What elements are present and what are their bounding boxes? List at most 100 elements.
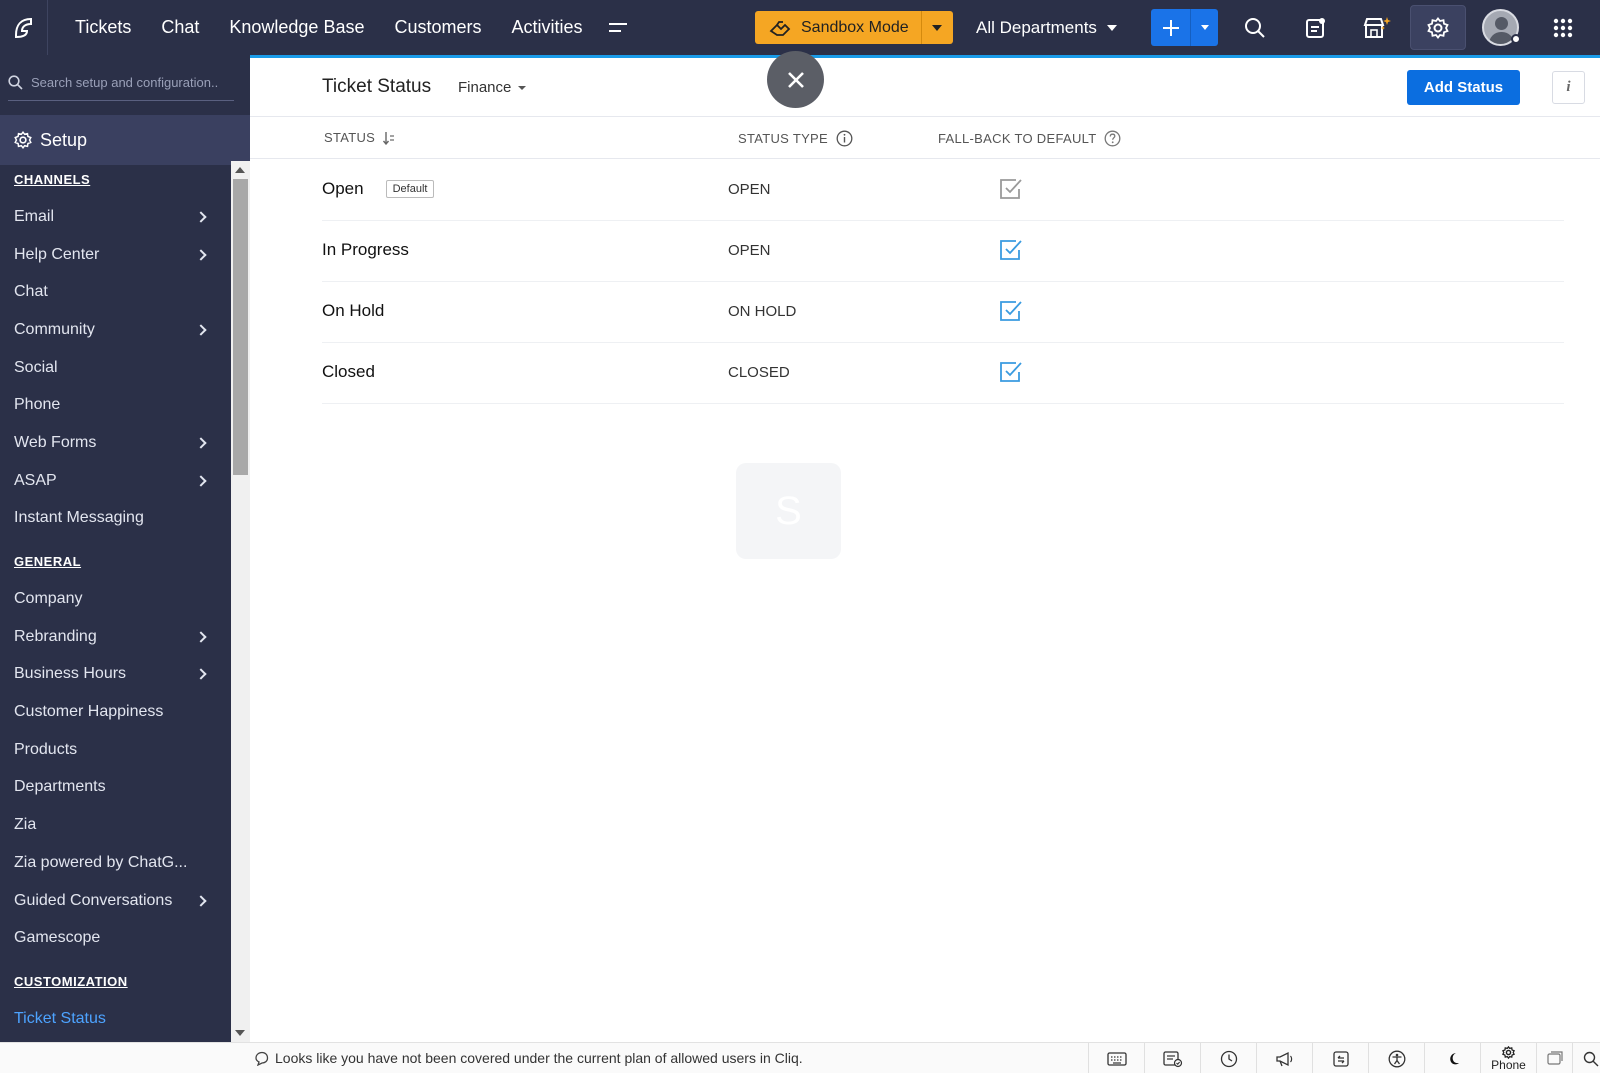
status-name: On Hold [322, 301, 384, 321]
search-icon[interactable] [1572, 1043, 1600, 1073]
sidebar-item-instant-messaging[interactable]: Instant Messaging [0, 500, 231, 538]
department-selector[interactable]: All Departments [976, 0, 1117, 55]
sidebar-item-label: Business Hours [14, 665, 127, 683]
setup-label: Setup [40, 129, 88, 150]
sidebar-item-guided-conversations[interactable]: Guided Conversations [0, 882, 231, 920]
nav-tab-tickets[interactable]: Tickets [60, 0, 146, 55]
sidebar-item-zia-powered-by-chatg[interactable]: Zia powered by ChatG... [0, 844, 231, 882]
gear-icon[interactable] [1410, 5, 1466, 50]
table-row[interactable]: In Progress OPEN [322, 220, 1564, 282]
accessibility-icon[interactable] [1368, 1043, 1424, 1073]
status-type: ON HOLD [728, 303, 797, 320]
sidebar-item-company[interactable]: Company [0, 580, 231, 618]
announcement-icon[interactable] [1256, 1043, 1312, 1073]
info-button[interactable]: i [1552, 71, 1585, 104]
clock-icon[interactable] [1200, 1043, 1256, 1073]
sandbox-icon [769, 20, 791, 36]
sidebar-scrollbar[interactable] [231, 161, 250, 1042]
fallback-checkbox-icon[interactable] [998, 360, 1024, 389]
scrollbar-thumb[interactable] [233, 179, 248, 475]
ticket-status-panel: Ticket Status Finance Add Status i STATU… [250, 55, 1600, 1042]
fallback-checkbox-icon[interactable] [998, 177, 1024, 206]
setup-search [8, 65, 234, 101]
chevron-right-icon [195, 437, 207, 449]
quick-add-dropdown[interactable] [1190, 9, 1218, 46]
more-menu-icon[interactable] [598, 0, 638, 55]
phone-widget[interactable]: Phone [1480, 1043, 1536, 1073]
column-fallback: FALL-BACK TO DEFAULT [938, 130, 1121, 147]
chevron-right-icon [195, 668, 207, 681]
sidebar-item-products[interactable]: Products [0, 731, 231, 769]
sidebar-item-label: Instant Messaging [14, 509, 144, 527]
scroll-up-icon[interactable] [235, 167, 245, 173]
chevron-down-icon [518, 85, 527, 90]
nav-tab-activities[interactable]: Activities [497, 0, 598, 55]
nav-tab-customers[interactable]: Customers [379, 0, 496, 55]
sidebar-item-ticket-status[interactable]: Ticket Status [0, 1000, 231, 1038]
sort-icon[interactable] [383, 131, 395, 145]
tasks-icon[interactable] [1144, 1043, 1200, 1073]
column-status-type: STATUS TYPE [738, 130, 853, 147]
sidebar-item-email[interactable]: Email [0, 198, 231, 236]
plus-icon[interactable] [1151, 9, 1190, 46]
chevron-right-icon [195, 248, 207, 261]
sidebar-item-label: Phone [14, 396, 61, 414]
sidebar-item-asap[interactable]: ASAP [0, 462, 231, 500]
sidebar-item-label: Ticket Status [14, 1009, 106, 1027]
sidebar-item-rebranding[interactable]: Rebranding [0, 618, 231, 656]
info-icon[interactable] [836, 130, 853, 147]
setup-header[interactable]: Setup [0, 115, 250, 165]
quick-add-control [1151, 9, 1218, 46]
sidebar-item-community[interactable]: Community [0, 311, 231, 349]
fallback-checkbox-icon[interactable] [998, 299, 1024, 328]
setup-search-input[interactable] [31, 75, 231, 90]
help-icon[interactable] [1104, 130, 1121, 147]
sidebar-item-label: Chat [14, 283, 48, 301]
nav-tab-knowledge-base[interactable]: Knowledge Base [214, 0, 379, 55]
chat-window-icon[interactable] [1536, 1043, 1572, 1073]
sidebar-item-chat[interactable]: Chat [0, 273, 231, 311]
sidebar-item-label: Customer Happiness [14, 703, 164, 721]
sidebar-item-help-center[interactable]: Help Center [0, 236, 231, 274]
sidebar-item-gamescope[interactable]: Gamescope [0, 919, 231, 957]
column-status-label: STATUS [324, 130, 376, 145]
presence-status-icon [1511, 34, 1521, 44]
close-icon[interactable] [767, 51, 824, 108]
switch-icon[interactable] [1312, 1043, 1368, 1073]
info-icon: i [1566, 79, 1571, 95]
sandbox-dropdown-button[interactable] [920, 11, 953, 44]
setup-menu: CHANNELS Email Help Center Chat Community Soc… [0, 161, 231, 1042]
apps-grid-icon[interactable] [1535, 0, 1591, 55]
sidebar-item-web-forms[interactable]: Web Forms [0, 424, 231, 462]
sidebar-item-label: Rebranding [14, 627, 97, 645]
search-icon[interactable] [1227, 0, 1283, 55]
marketplace-icon[interactable] [1349, 0, 1405, 55]
table-row[interactable]: Closed CLOSED [322, 342, 1564, 404]
sidebar-item-phone[interactable]: Phone [0, 386, 231, 424]
status-type: OPEN [728, 242, 771, 259]
sidebar-item-social[interactable]: Social [0, 349, 231, 387]
cliq-notice-text: Looks like you have not been covered und… [275, 1050, 803, 1066]
setup-sidebar: Setup CHANNELS Email Help Center Chat Commun… [0, 55, 250, 1042]
sidebar-item-business-hours[interactable]: Business Hours [0, 656, 231, 694]
sidebar-item-zia[interactable]: Zia [0, 806, 231, 844]
dark-mode-icon[interactable] [1424, 1043, 1480, 1073]
sidebar-item-customer-happiness[interactable]: Customer Happiness [0, 693, 231, 731]
table-row[interactable]: Open Default OPEN [322, 159, 1564, 221]
keyboard-icon[interactable] [1088, 1043, 1144, 1073]
notes-icon[interactable] [1288, 0, 1344, 55]
status-name: Open Default [322, 179, 435, 199]
page-title: Ticket Status [322, 76, 432, 97]
logo-icon[interactable] [0, 0, 48, 55]
department-filter[interactable]: Finance [458, 79, 527, 96]
sidebar-item-label: ASAP [14, 471, 57, 489]
sandbox-mode-button[interactable]: Sandbox Mode [755, 11, 921, 44]
scroll-down-icon[interactable] [235, 1030, 245, 1036]
sidebar-item-departments[interactable]: Departments [0, 769, 231, 807]
sidebar-item-label: Web Forms [14, 433, 97, 451]
sidebar-item-label: Zia [14, 816, 37, 834]
add-status-button[interactable]: Add Status [1407, 70, 1520, 105]
nav-tab-chat[interactable]: Chat [146, 0, 214, 55]
table-row[interactable]: On Hold ON HOLD [322, 281, 1564, 343]
fallback-checkbox-icon[interactable] [998, 238, 1024, 267]
